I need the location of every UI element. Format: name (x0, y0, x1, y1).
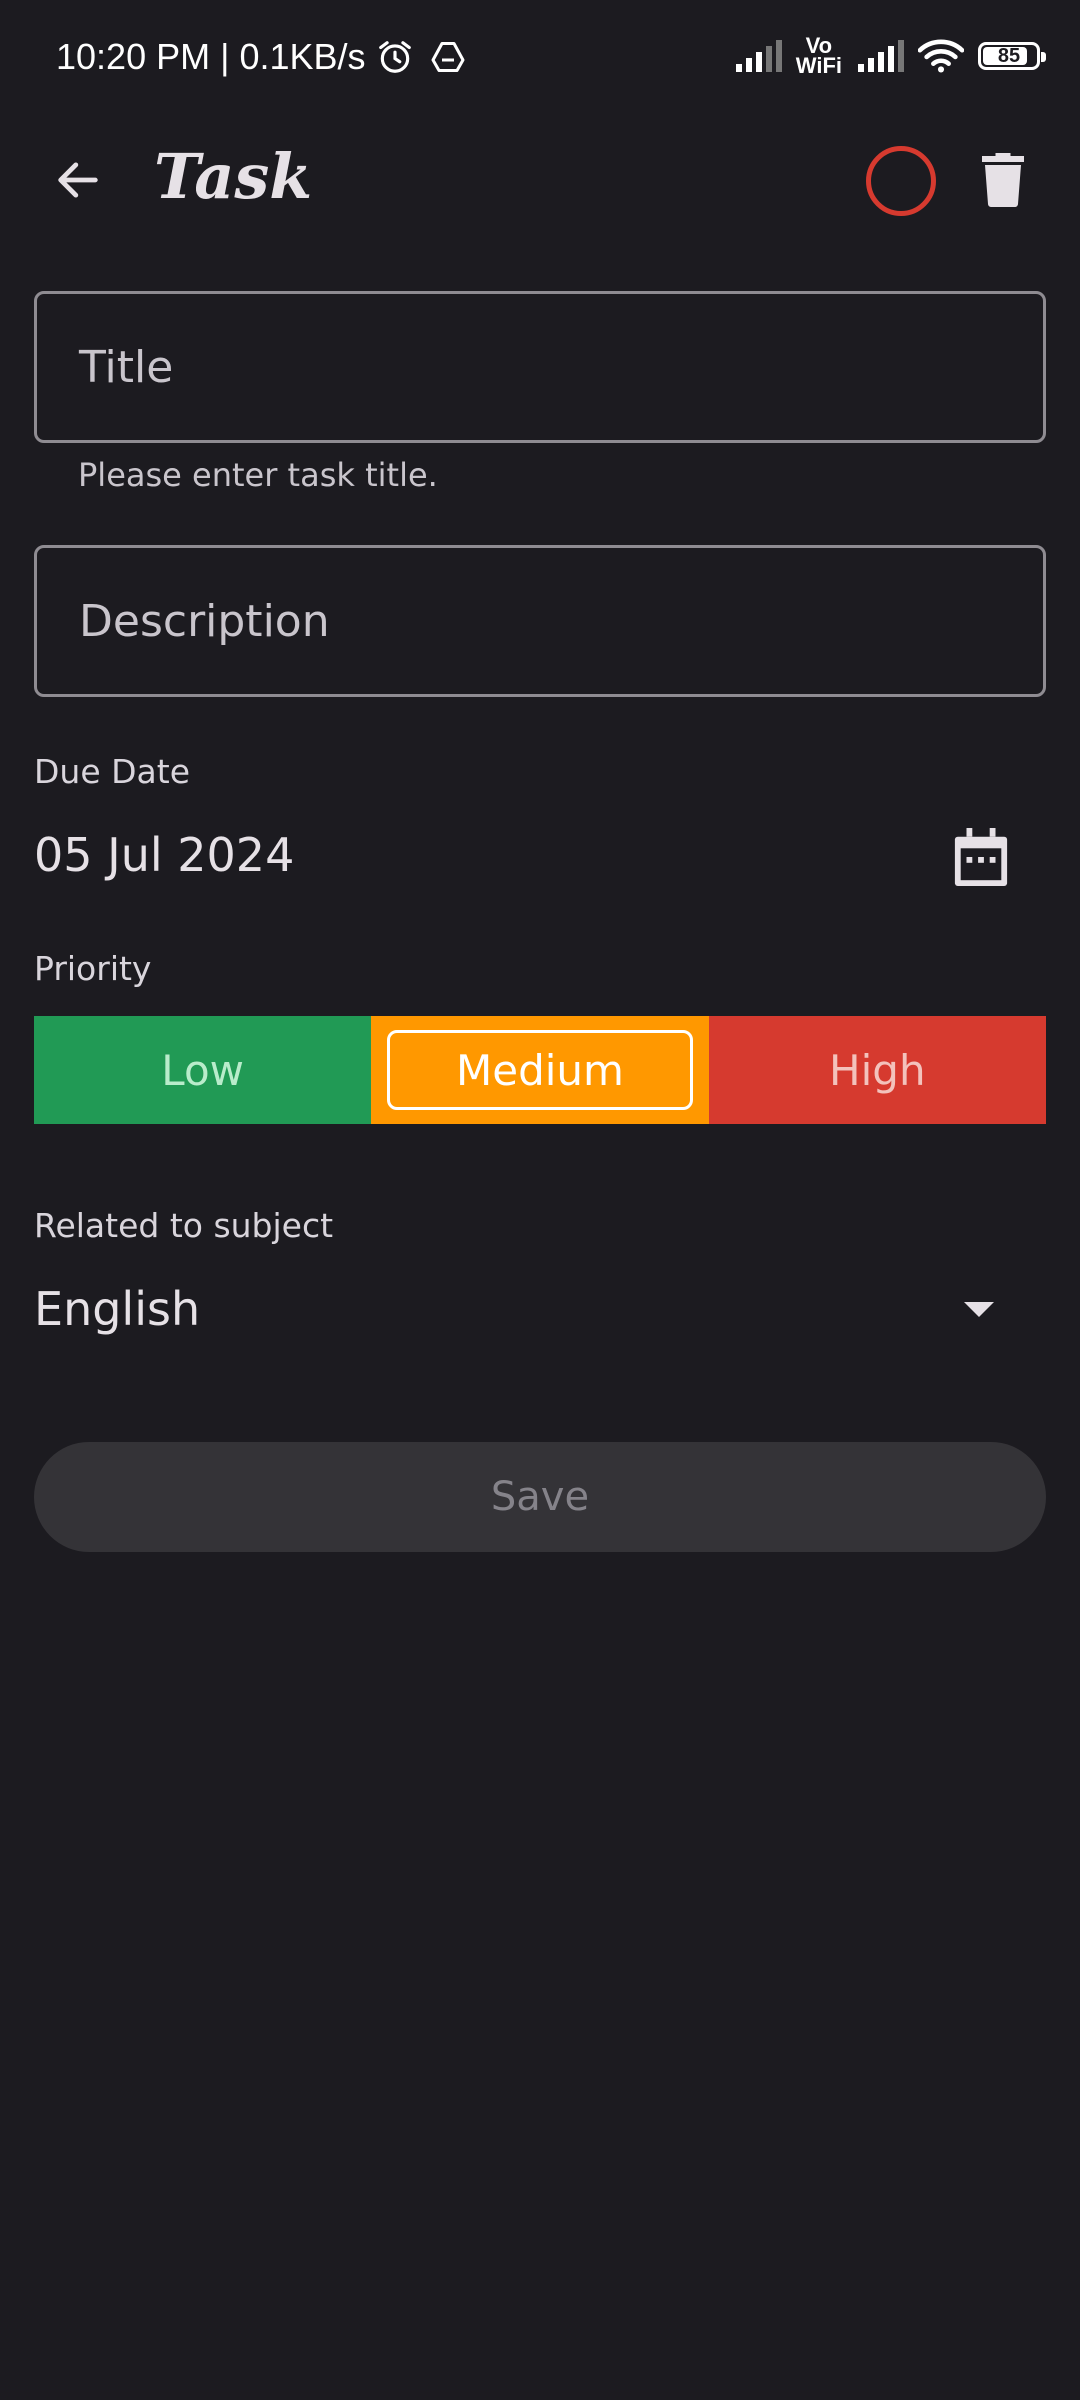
wifi-icon (918, 39, 964, 73)
save-label: Save (490, 1474, 590, 1520)
priority-selector: Low Medium High (34, 1016, 1046, 1124)
priority-low-label: Low (161, 1045, 245, 1095)
back-button[interactable] (40, 142, 116, 218)
title-input[interactable]: Title (34, 291, 1046, 443)
title-placeholder: Title (79, 341, 174, 393)
status-time: 10:20 PM | 0.1KB/s (56, 36, 366, 77)
page-title: Task (154, 140, 313, 213)
status-right: Vo WiFi 85 (734, 35, 1046, 78)
status-bar: 10:20 PM | 0.1KB/s Vo WiFi 85 (0, 0, 1080, 120)
calendar-button[interactable] (950, 826, 1012, 888)
priority-low-button[interactable]: Low (34, 1016, 372, 1124)
trash-icon (982, 153, 1024, 207)
alarm-icon (378, 41, 411, 73)
back-arrow-icon (58, 162, 98, 198)
description-placeholder: Description (79, 595, 330, 647)
vowifi-icon: Vo WiFi (795, 35, 842, 78)
subject-label: Related to subject (34, 1206, 334, 1245)
delete-button[interactable] (972, 144, 1034, 216)
dropdown-arrow-icon (964, 1302, 994, 1317)
priority-high-label: High (829, 1045, 926, 1095)
subject-dropdown[interactable]: English (34, 1276, 1046, 1352)
vowifi-bottom: WiFi (795, 53, 842, 78)
calendar-icon (954, 828, 1008, 886)
title-helper-text: Please enter task title. (78, 456, 438, 494)
priority-high-button[interactable]: High (708, 1016, 1046, 1124)
battery-level: 85 (997, 44, 1021, 67)
signal-icon (735, 40, 782, 72)
save-button[interactable]: Save (34, 1442, 1046, 1552)
signal-icon (858, 40, 904, 72)
due-date-label: Due Date (34, 752, 190, 791)
priority-medium-button[interactable]: Medium (371, 1016, 709, 1124)
status-left: 10:20 PM | 0.1KB/s (56, 36, 466, 78)
priority-medium-label: Medium (456, 1045, 624, 1095)
top-app-bar: Task (0, 120, 1080, 240)
drive-icon (431, 42, 465, 72)
priority-label: Priority (34, 949, 152, 988)
task-status-circle-icon[interactable] (866, 146, 936, 216)
due-date-value: 05 Jul 2024 (34, 828, 295, 882)
description-input[interactable]: Description (34, 545, 1046, 697)
subject-value: English (34, 1282, 201, 1336)
battery-icon: 85 (978, 42, 1046, 70)
